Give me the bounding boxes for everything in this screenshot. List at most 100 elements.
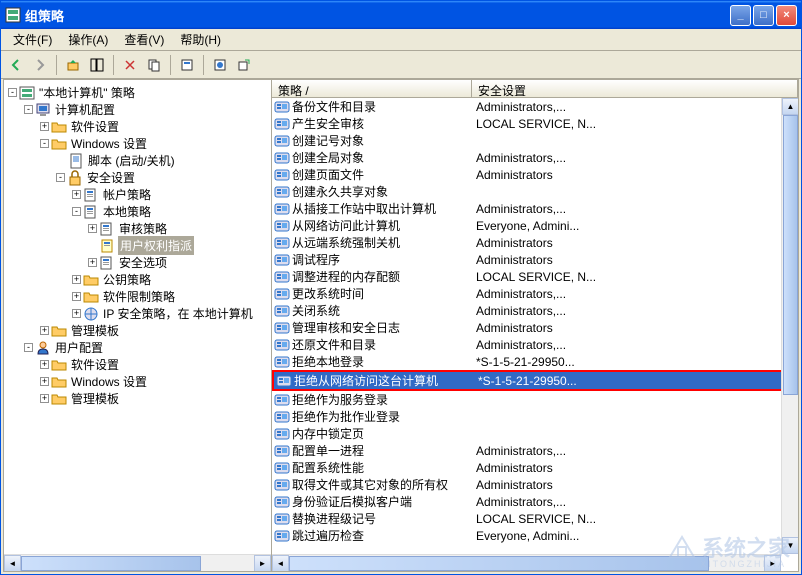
close-button[interactable]: × xyxy=(776,5,797,26)
tree-toggle[interactable]: + xyxy=(88,224,97,233)
tree-item[interactable]: 用户权利指派 xyxy=(6,237,269,254)
tree-item[interactable]: -本地策略 xyxy=(6,203,269,220)
tree-item[interactable]: 脚本 (启动/关机) xyxy=(6,152,269,169)
list-row[interactable]: 产生安全审核LOCAL SERVICE, N... xyxy=(272,115,798,132)
forward-button[interactable] xyxy=(29,54,51,76)
list-row[interactable]: 从远端系统强制关机Administrators xyxy=(272,234,798,251)
up-button[interactable] xyxy=(62,54,84,76)
scroll-thumb[interactable] xyxy=(289,556,709,571)
tree-label[interactable]: 管理模板 xyxy=(69,389,121,408)
tree-item[interactable]: +帐户策略 xyxy=(6,186,269,203)
list-row[interactable]: 拒绝本地登录*S-1-5-21-29950... xyxy=(272,353,798,370)
tree-toggle[interactable]: - xyxy=(24,343,33,352)
scroll-thumb[interactable] xyxy=(21,556,201,571)
tree-item[interactable]: +软件设置 xyxy=(6,356,269,373)
list-row[interactable]: 取得文件或其它对象的所有权Administrators xyxy=(272,476,798,493)
tree-toggle[interactable]: + xyxy=(72,190,81,199)
tree-item[interactable]: +软件限制策略 xyxy=(6,288,269,305)
tree-toggle[interactable]: + xyxy=(72,292,81,301)
list-row[interactable]: 跳过遍历检查Everyone, Admini... xyxy=(272,527,798,544)
list-row[interactable]: 创建记号对象 xyxy=(272,132,798,149)
list-row[interactable]: 创建全局对象Administrators,... xyxy=(272,149,798,166)
column-policy[interactable]: 策略 / xyxy=(272,80,472,97)
tree-toggle[interactable]: + xyxy=(72,275,81,284)
tree-item[interactable]: -用户配置 xyxy=(6,339,269,356)
list-row[interactable]: 配置系统性能Administrators xyxy=(272,459,798,476)
list-row[interactable]: 拒绝从网络访问这台计算机*S-1-5-21-29950... xyxy=(274,372,796,389)
scroll-up-button[interactable]: ▲ xyxy=(782,98,798,115)
tree-toggle[interactable]: + xyxy=(88,258,97,267)
tree-item[interactable]: + IP 安全策略，在 本地计算机 xyxy=(6,305,269,322)
tree-toggle[interactable]: - xyxy=(24,105,33,114)
tree-item[interactable]: +公钥策略 xyxy=(6,271,269,288)
tree-item[interactable]: +审核策略 xyxy=(6,220,269,237)
scroll-left-button[interactable]: ◄ xyxy=(272,555,289,571)
column-security-setting[interactable]: 安全设置 xyxy=(472,80,798,97)
properties-button[interactable] xyxy=(176,54,198,76)
tree-h-scrollbar[interactable]: ◄ ► xyxy=(4,554,271,571)
scroll-thumb[interactable] xyxy=(783,115,798,395)
policy-icon xyxy=(274,184,290,200)
list-row[interactable]: 还原文件和目录Administrators,... xyxy=(272,336,798,353)
list-row[interactable]: 创建永久共享对象 xyxy=(272,183,798,200)
tree-item[interactable]: -"本地计算机" 策略 xyxy=(6,84,269,101)
list-row[interactable]: 配置单一进程Administrators,... xyxy=(272,442,798,459)
tree-item[interactable]: -Windows 设置 xyxy=(6,135,269,152)
tree-toggle[interactable]: + xyxy=(40,377,49,386)
menu-file[interactable]: 文件(F) xyxy=(5,29,60,50)
tree-toggle-button[interactable] xyxy=(86,54,108,76)
cut-button[interactable] xyxy=(119,54,141,76)
tree-toggle[interactable]: + xyxy=(40,326,49,335)
tree-toggle[interactable]: - xyxy=(40,139,49,148)
menu-help[interactable]: 帮助(H) xyxy=(172,29,229,50)
menu-action[interactable]: 操作(A) xyxy=(60,29,116,50)
back-button[interactable] xyxy=(5,54,27,76)
tree-item[interactable]: +Windows 设置 xyxy=(6,373,269,390)
scroll-right-button[interactable]: ► xyxy=(254,555,271,571)
scroll-left-button[interactable]: ◄ xyxy=(4,555,21,571)
list-pane[interactable]: 策略 / 安全设置 备份文件和目录Administrators,...产生安全审… xyxy=(272,80,798,571)
maximize-button[interactable]: □ xyxy=(753,5,774,26)
policy-icon xyxy=(274,133,290,149)
list-row[interactable]: 从网络访问此计算机Everyone, Admini... xyxy=(272,217,798,234)
tree-toggle[interactable]: - xyxy=(8,88,17,97)
export-button[interactable] xyxy=(233,54,255,76)
refresh-button[interactable] xyxy=(209,54,231,76)
tree-toggle[interactable]: - xyxy=(56,173,65,182)
policy-cell: 创建全局对象 xyxy=(272,149,472,166)
scroll-down-button[interactable]: ▼ xyxy=(782,537,798,554)
tree-label[interactable]: IP 安全策略，在 本地计算机 xyxy=(101,304,255,323)
tree-toggle[interactable]: + xyxy=(40,360,49,369)
list-row[interactable]: 更改系统时间Administrators,... xyxy=(272,285,798,302)
list-row[interactable]: 管理审核和安全日志Administrators xyxy=(272,319,798,336)
tree-toggle[interactable]: + xyxy=(40,122,49,131)
policy-icon xyxy=(274,201,290,217)
minimize-button[interactable]: _ xyxy=(730,5,751,26)
tree-toggle[interactable]: + xyxy=(40,394,49,403)
tree-item[interactable]: +安全选项 xyxy=(6,254,269,271)
list-row[interactable]: 关闭系统Administrators,... xyxy=(272,302,798,319)
tree-item[interactable]: +软件设置 xyxy=(6,118,269,135)
copy-button[interactable] xyxy=(143,54,165,76)
tree-toggle[interactable]: - xyxy=(72,207,81,216)
tree-item[interactable]: +管理模板 xyxy=(6,322,269,339)
menu-view[interactable]: 查看(V) xyxy=(116,29,172,50)
list-row[interactable]: 身份验证后模拟客户端Administrators,... xyxy=(272,493,798,510)
list-v-scrollbar[interactable]: ▲ ▼ xyxy=(781,98,798,554)
tree-item[interactable]: -计算机配置 xyxy=(6,101,269,118)
tree-toggle[interactable]: + xyxy=(72,309,81,318)
list-row[interactable]: 创建页面文件Administrators xyxy=(272,166,798,183)
titlebar[interactable]: 组策略 _ □ × xyxy=(1,1,801,29)
list-row[interactable]: 备份文件和目录Administrators,... xyxy=(272,98,798,115)
tree-item[interactable]: -安全设置 xyxy=(6,169,269,186)
policy-cell: 身份验证后模拟客户端 xyxy=(272,493,472,510)
list-row[interactable]: 调整进程的内存配额LOCAL SERVICE, N... xyxy=(272,268,798,285)
tree-item[interactable]: + 管理模板 xyxy=(6,390,269,407)
list-row[interactable]: 调试程序Administrators xyxy=(272,251,798,268)
list-row[interactable]: 内存中锁定页 xyxy=(272,425,798,442)
list-row[interactable]: 从插接工作站中取出计算机Administrators,... xyxy=(272,200,798,217)
tree-pane[interactable]: -"本地计算机" 策略-计算机配置+软件设置-Windows 设置 脚本 (启动… xyxy=(4,80,272,571)
list-row[interactable]: 拒绝作为批作业登录 xyxy=(272,408,798,425)
list-row[interactable]: 拒绝作为服务登录 xyxy=(272,391,798,408)
list-row[interactable]: 替换进程级记号LOCAL SERVICE, N... xyxy=(272,510,798,527)
